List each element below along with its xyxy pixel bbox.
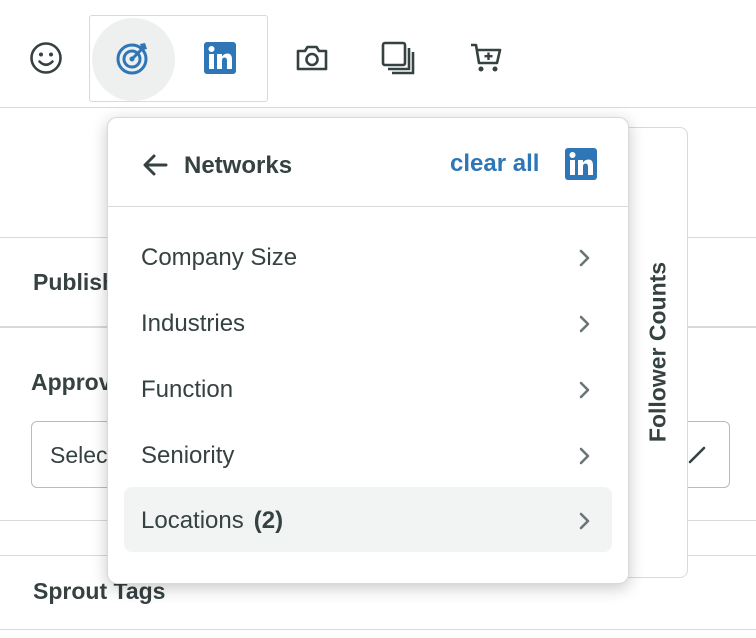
clear-all-link[interactable]: clear all: [450, 150, 539, 178]
chevron-right-icon: [579, 315, 590, 333]
chevron-right-icon: [579, 381, 590, 399]
popover-title: Networks: [184, 152, 293, 179]
menu-item-locations[interactable]: Locations (2): [124, 487, 612, 552]
chevron-right-icon: [579, 447, 590, 465]
shopping-cart-icon[interactable]: [469, 42, 503, 74]
popover-header: Networks clear all: [108, 118, 628, 207]
composer-screen: Publish Approval Select Sprout Tags Foll…: [0, 0, 756, 638]
menu-item-function[interactable]: Function: [124, 356, 612, 421]
menu-item-label: Company Size: [141, 244, 298, 271]
menu-item-industries[interactable]: Industries: [124, 290, 612, 355]
menu-item-label: Locations (2): [141, 507, 284, 534]
follower-counts-label: Follower Counts: [644, 261, 671, 443]
publish-label: Publish: [33, 269, 117, 295]
networks-popover: Networks clear all Company Size Industri…: [107, 117, 629, 584]
chevron-right-icon: [579, 249, 590, 267]
menu-item-label: Function: [141, 376, 234, 403]
edit-icon: [688, 446, 706, 464]
back-arrow-icon[interactable]: [142, 153, 168, 182]
linkedin-badge-icon: [565, 148, 597, 185]
menu-item-seniority[interactable]: Seniority: [124, 422, 612, 487]
gallery-icon[interactable]: [381, 41, 415, 75]
smiley-icon[interactable]: [29, 41, 63, 75]
camera-icon[interactable]: [295, 43, 329, 73]
locations-count-badge: (2): [253, 507, 284, 534]
chevron-right-icon: [579, 512, 590, 530]
menu-item-label: Seniority: [141, 442, 235, 469]
targeting-icon[interactable]: [115, 40, 151, 76]
menu-item-label: Industries: [141, 310, 246, 337]
menu-item-company-size[interactable]: Company Size: [124, 224, 612, 289]
linkedin-icon[interactable]: [204, 42, 236, 74]
approval-select-placeholder: Select: [50, 442, 114, 468]
